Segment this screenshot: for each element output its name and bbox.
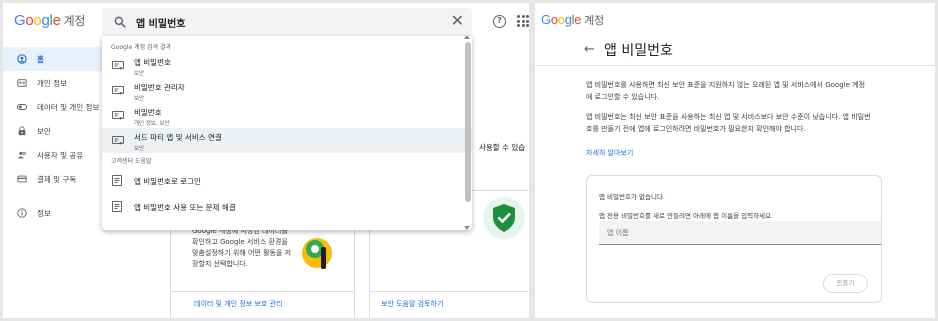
- sidebar-item-security[interactable]: 보안: [3, 119, 113, 143]
- sidebar-item-label: 보안: [37, 126, 51, 136]
- privacy-card-text: Google 계정에 저장된 데이터를 확인하고 Google 서비스 환경을 …: [192, 227, 292, 268]
- account-results-header: Google 계정 검색 결과: [111, 44, 172, 51]
- page-title: 앱 비밀번호: [604, 43, 673, 59]
- settings-result-icon: [112, 61, 124, 71]
- help-icon[interactable]: ?: [493, 15, 506, 28]
- search-input[interactable]: 앱 비밀번호: [136, 15, 185, 30]
- sidebar: 홈 개인 정보 데이터 및 개인 정보 보안 사용자 및 공유 결제 및 구독 …: [3, 47, 113, 225]
- create-button[interactable]: 만들기: [823, 274, 868, 293]
- description-paragraph: 앱 비밀번호를 사용하면 최신 보안 표준을 지원하지 않는 오래된 앱 및 서…: [586, 81, 866, 101]
- page-header: ← 앱 비밀번호: [535, 36, 935, 66]
- sidebar-item-home[interactable]: 홈: [3, 47, 109, 71]
- credit-card-icon: [17, 175, 27, 183]
- search-suggestions-dropdown: Google 계정 검색 결과 앱 비밀번호 보안 비밀번호 관리자 보안 비밀…: [102, 36, 472, 230]
- article-icon: [112, 201, 122, 212]
- account-circle-icon: [17, 54, 27, 64]
- background-partial-text: 사용할 수 있습: [479, 143, 526, 152]
- scrollbar-thumb[interactable]: [465, 42, 471, 202]
- warning-paragraph: 앱 비밀번호는 최신 보안 표준을 사용하는 최신 앱 및 서비스보다 보안 수…: [586, 113, 871, 133]
- sidebar-item-label: 개인 정보: [37, 78, 67, 88]
- article-icon: [112, 175, 122, 186]
- google-account-home-panel: Google 계정 앱 비밀번호 ✕ ? 홈 개인 정보 데이터 및 개인 정보 …: [3, 3, 529, 318]
- security-checkup-link[interactable]: 보안 도움말 검토하기: [381, 299, 443, 309]
- clear-search-icon[interactable]: ✕: [451, 11, 464, 31]
- help-article-item[interactable]: 앱 비밀번호 사용 또는 문제 해결: [102, 193, 472, 219]
- google-account-logo[interactable]: Google 계정: [541, 12, 604, 28]
- search-result-item[interactable]: 비밀번호 개인 정보, 보안: [102, 103, 472, 128]
- learn-more-link[interactable]: 자세히 알아보기: [586, 148, 633, 158]
- settings-result-icon: [112, 111, 124, 121]
- no-passwords-message: 앱 비밀번호가 없습니다.: [599, 193, 665, 201]
- toggle-icon: [17, 104, 27, 110]
- sidebar-item-payments[interactable]: 결제 및 구독: [3, 167, 113, 191]
- scroll-down-arrow-icon[interactable]: [464, 226, 470, 230]
- lock-icon: [18, 126, 26, 136]
- settings-result-icon: [112, 136, 124, 146]
- apps-grid-icon[interactable]: [517, 15, 529, 27]
- back-arrow-icon[interactable]: ←: [584, 42, 595, 57]
- sidebar-item-label: 데이터 및 개인 정보: [37, 102, 100, 112]
- search-result-item[interactable]: 비밀번호 관리자 보안: [102, 78, 472, 103]
- sidebar-item-people-sharing[interactable]: 사용자 및 공유: [3, 143, 113, 167]
- privacy-illustration-icon: [302, 238, 332, 269]
- people-icon: [17, 151, 26, 159]
- dropdown-scrollbar[interactable]: [464, 36, 471, 230]
- search-result-item-highlighted[interactable]: 서드 파티 앱 및 서비스 연결 보안: [102, 128, 472, 153]
- app-name-input[interactable]: [599, 221, 881, 245]
- app-passwords-panel: Google 계정 ← 앱 비밀번호 앱 비밀번호를 사용하면 최신 보안 표준을…: [535, 3, 935, 318]
- manage-data-privacy-link[interactable]: 데이터 및 개인 정보 보호 관리: [194, 299, 282, 309]
- settings-result-icon: [112, 86, 124, 96]
- help-article-item[interactable]: 앱 비밀번호로 로그인: [102, 167, 472, 193]
- create-app-password-card: 앱 비밀번호가 없습니다. 앱 전용 비밀번호를 새로 만들려면 아래에 앱 이…: [586, 175, 882, 303]
- google-account-logo[interactable]: Google 계정: [14, 12, 85, 29]
- sidebar-item-data-privacy[interactable]: 데이터 및 개인 정보: [3, 95, 113, 119]
- sidebar-item-about[interactable]: 정보: [3, 201, 113, 225]
- sidebar-item-label: 사용자 및 공유: [37, 150, 84, 160]
- create-instruction: 앱 전용 비밀번호를 새로 만들려면 아래에 앱 이름을 입력하세요.: [599, 212, 774, 220]
- scroll-up-arrow-icon[interactable]: [464, 36, 470, 39]
- shield-check-icon: [483, 197, 525, 239]
- sidebar-item-personal-info[interactable]: 개인 정보: [3, 71, 113, 95]
- search-result-item[interactable]: 앱 비밀번호 보안: [102, 53, 472, 78]
- sidebar-item-label: 결제 및 구독: [37, 174, 77, 184]
- sidebar-item-label: 정보: [37, 208, 51, 218]
- search-icon: [114, 16, 126, 28]
- id-card-icon: [17, 79, 27, 87]
- info-icon: [17, 208, 27, 218]
- search-box[interactable]: 앱 비밀번호 ✕: [102, 8, 472, 36]
- sidebar-item-label: 홈: [37, 54, 44, 64]
- help-center-header: 고객센터 도움말: [111, 158, 152, 165]
